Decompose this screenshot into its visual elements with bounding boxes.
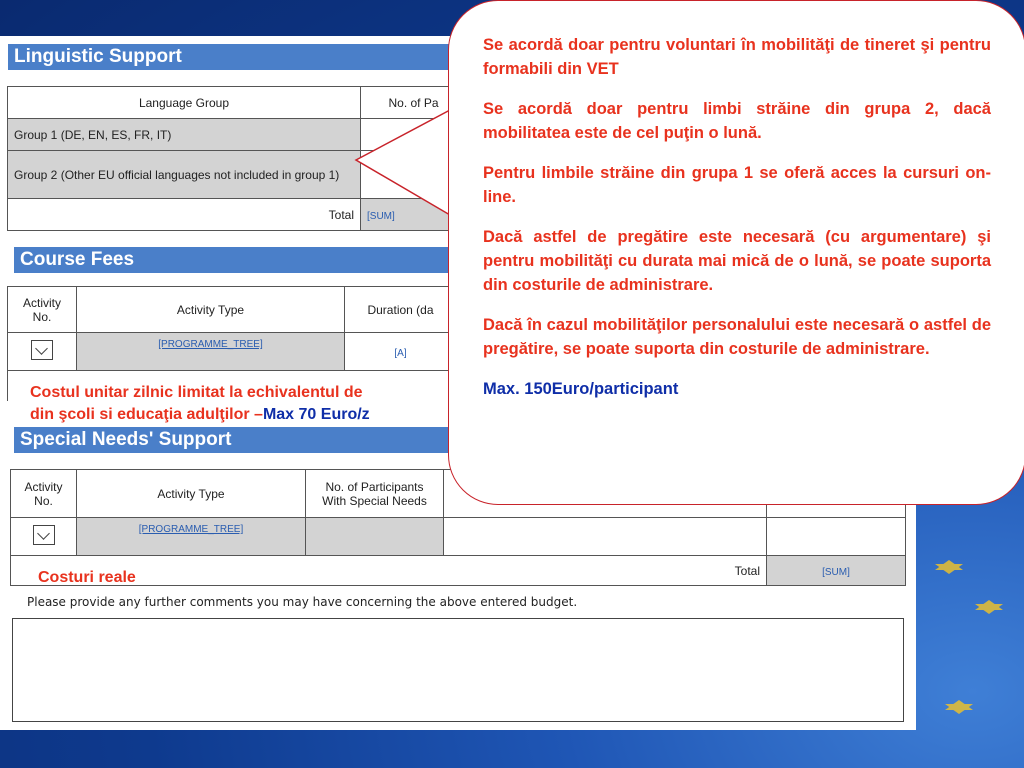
col-duration: Duration (da	[344, 286, 457, 333]
info-bubble: Se acordă doar pentru voluntari în mobil…	[448, 0, 1024, 505]
special-needs-amount-cell[interactable]	[766, 517, 906, 556]
col-activity-no: Activity No.	[7, 286, 77, 333]
bubble-paragraph-1: Se acordă doar pentru voluntari în mobil…	[483, 36, 991, 78]
col-activity-type: Activity Type	[76, 286, 345, 333]
bubble-paragraph-2: Se acordă doar pentru limbi străine din …	[483, 100, 991, 142]
programme-tree-link[interactable]: [PROGRAMME_TREE]	[158, 339, 262, 350]
bubble-paragraph-5: Dacă în cazul mobilităţilor personalului…	[483, 316, 991, 358]
col-activity-type: Activity Type	[76, 469, 306, 518]
bubble-tail-cover	[449, 111, 454, 214]
programme-tree-link[interactable]: [PROGRAMME_TREE]	[139, 524, 243, 535]
eu-star-decoration	[945, 700, 973, 714]
expand-down-icon[interactable]	[31, 340, 53, 360]
duration-value: [A]	[394, 347, 407, 359]
course-fees-header: Course Fees	[14, 247, 464, 273]
special-needs-header: Special Needs' Support	[14, 427, 454, 453]
course-fee-note: Costul unitar zilnic limitat la echivale…	[30, 382, 370, 426]
bubble-paragraph-3: Pentru limbile străine din grupa 1 se of…	[483, 164, 991, 206]
bubble-max-note: Max. 150Euro/participant	[483, 380, 679, 398]
course-fee-note-max: Max 70 Euro/z	[262, 406, 370, 423]
course-fee-note-prefix: din şcoli si educaţia adulţilor –	[30, 406, 263, 423]
course-fees-title: Course Fees	[20, 249, 135, 270]
bubble-paragraph-4: Dacă astfel de pregătire este necesară (…	[483, 228, 991, 294]
eu-star-decoration	[975, 600, 1003, 614]
col-participants-special-needs: No. of Participants With Special Needs	[305, 469, 444, 518]
eu-star-decoration	[935, 560, 963, 574]
real-costs-note: Costuri reale	[38, 569, 136, 586]
course-fee-note-line1: Costul unitar zilnic limitat la echivale…	[30, 384, 363, 401]
special-needs-participants-cell[interactable]	[305, 517, 444, 556]
special-sum: [SUM]	[822, 566, 850, 578]
col-activity-no: Activity No.	[10, 469, 77, 518]
comments-prompt: Please provide any further comments you …	[27, 595, 578, 609]
special-needs-cell[interactable]	[443, 517, 767, 556]
special-needs-title: Special Needs' Support	[20, 429, 232, 450]
bubble-tail	[354, 108, 451, 217]
expand-down-icon[interactable]	[32, 525, 55, 545]
comments-textarea[interactable]	[12, 618, 904, 722]
